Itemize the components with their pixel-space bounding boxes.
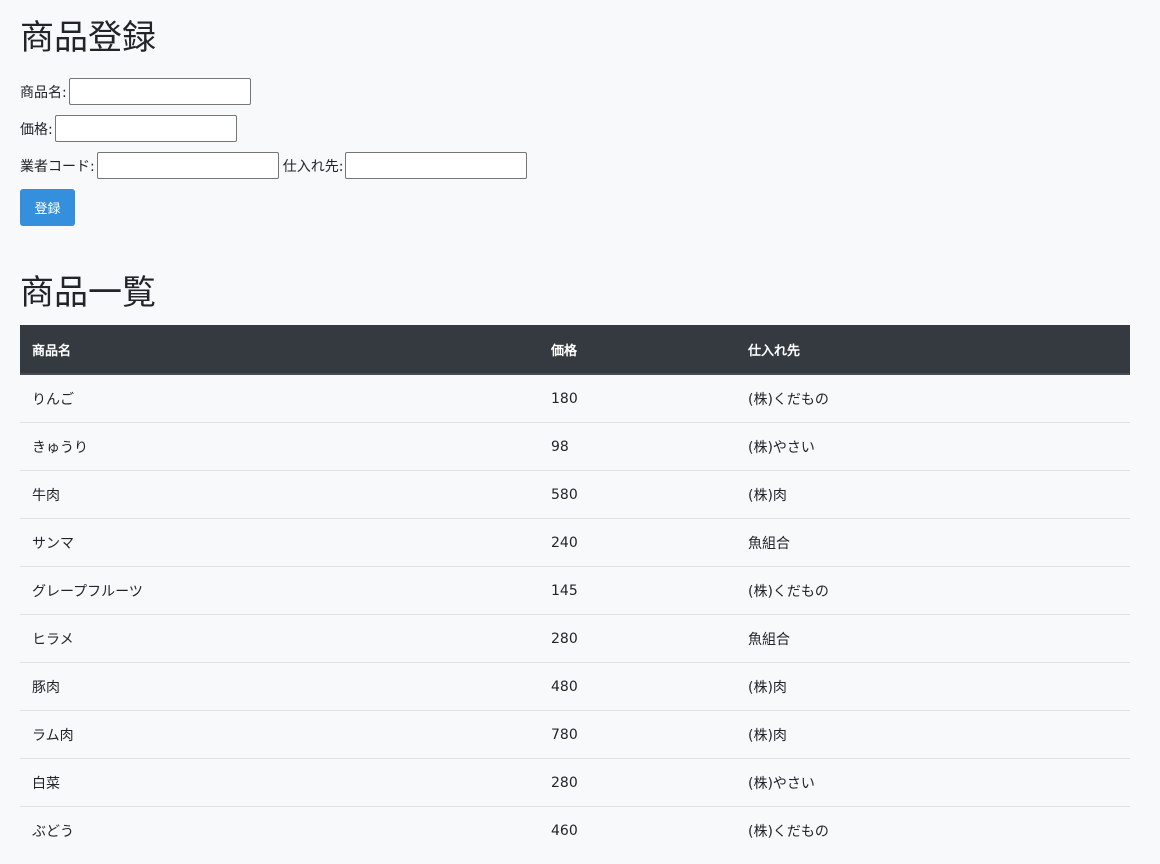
cell-price: 280 bbox=[539, 758, 736, 807]
cell-price: 460 bbox=[539, 806, 736, 854]
cell-supplier: (株)くだもの bbox=[736, 806, 1130, 854]
cell-name: サンマ bbox=[20, 518, 539, 567]
table-row: サンマ 240 魚組合 bbox=[20, 518, 1130, 567]
cell-name: グレープフルーツ bbox=[20, 566, 539, 615]
table-row: ヒラメ 280 魚組合 bbox=[20, 614, 1130, 663]
price-input[interactable] bbox=[54, 115, 237, 142]
cell-name: きゅうり bbox=[20, 422, 539, 471]
table-row: きゅうり 98 (株)やさい bbox=[20, 422, 1130, 471]
cell-name: 白菜 bbox=[20, 758, 539, 807]
cell-supplier: (株)肉 bbox=[736, 710, 1130, 759]
table-row: りんご 180 (株)くだもの bbox=[20, 374, 1130, 423]
cell-price: 480 bbox=[539, 662, 736, 711]
cell-name: 牛肉 bbox=[20, 470, 539, 519]
list-title: 商品一覧 bbox=[20, 273, 156, 313]
table-body: りんご 180 (株)くだもの きゅうり 98 (株)やさい 牛肉 580 (株… bbox=[20, 374, 1130, 854]
cell-supplier: (株)くだもの bbox=[736, 566, 1130, 615]
supplier-input[interactable] bbox=[345, 152, 528, 179]
cell-name: ぶどう bbox=[20, 806, 539, 854]
table-header: 商品名 価格 仕入れ先 bbox=[20, 325, 1130, 375]
table-row: ラム肉 780 (株)肉 bbox=[20, 710, 1130, 759]
supplier-label: 仕入れ先: bbox=[282, 158, 344, 175]
cell-price: 98 bbox=[539, 422, 736, 471]
vendor-row: 業者コード: 仕入れ先: bbox=[20, 152, 528, 179]
price-row: 価格: bbox=[20, 115, 237, 142]
cell-supplier: 魚組合 bbox=[736, 518, 1130, 567]
cell-supplier: (株)肉 bbox=[736, 662, 1130, 711]
cell-name: ヒラメ bbox=[20, 614, 539, 663]
cell-price: 580 bbox=[539, 470, 736, 519]
cell-price: 145 bbox=[539, 566, 736, 615]
cell-name: 豚肉 bbox=[20, 662, 539, 711]
cell-price: 280 bbox=[539, 614, 736, 663]
register-title: 商品登録 bbox=[20, 18, 156, 58]
price-label: 価格: bbox=[20, 121, 53, 138]
cell-supplier: (株)やさい bbox=[736, 422, 1130, 471]
cell-name: りんご bbox=[32, 391, 74, 408]
product-name-label: 商品名: bbox=[20, 84, 67, 101]
products-table: 商品名 価格 仕入れ先 りんご 180 (株)くだもの きゅうり 98 (株)や… bbox=[20, 325, 1130, 854]
vendor-code-input[interactable] bbox=[96, 152, 279, 179]
cell-supplier: (株)くだもの bbox=[748, 391, 829, 408]
cell-price: 240 bbox=[539, 518, 736, 567]
vendor-code-label: 業者コード: bbox=[20, 158, 95, 175]
cell-price: 180 bbox=[551, 390, 578, 407]
cell-name: ラム肉 bbox=[20, 710, 539, 759]
cell-price: 780 bbox=[539, 710, 736, 759]
column-header-price: 価格 bbox=[539, 325, 736, 375]
column-header-supplier: 仕入れ先 bbox=[736, 325, 1130, 375]
table-row: 白菜 280 (株)やさい bbox=[20, 758, 1130, 807]
table-row: グレープフルーツ 145 (株)くだもの bbox=[20, 566, 1130, 615]
register-button[interactable]: 登録 bbox=[20, 189, 75, 226]
table-row: 豚肉 480 (株)肉 bbox=[20, 662, 1130, 711]
product-name-row: 商品名: bbox=[20, 78, 251, 105]
table-row: ぶどう 460 (株)くだもの bbox=[20, 806, 1130, 854]
product-name-input[interactable] bbox=[68, 78, 251, 105]
table-row: 牛肉 580 (株)肉 bbox=[20, 470, 1130, 519]
cell-supplier: (株)肉 bbox=[736, 470, 1130, 519]
cell-supplier: (株)やさい bbox=[736, 758, 1130, 807]
cell-supplier: 魚組合 bbox=[736, 614, 1130, 663]
column-header-name: 商品名 bbox=[20, 325, 539, 375]
